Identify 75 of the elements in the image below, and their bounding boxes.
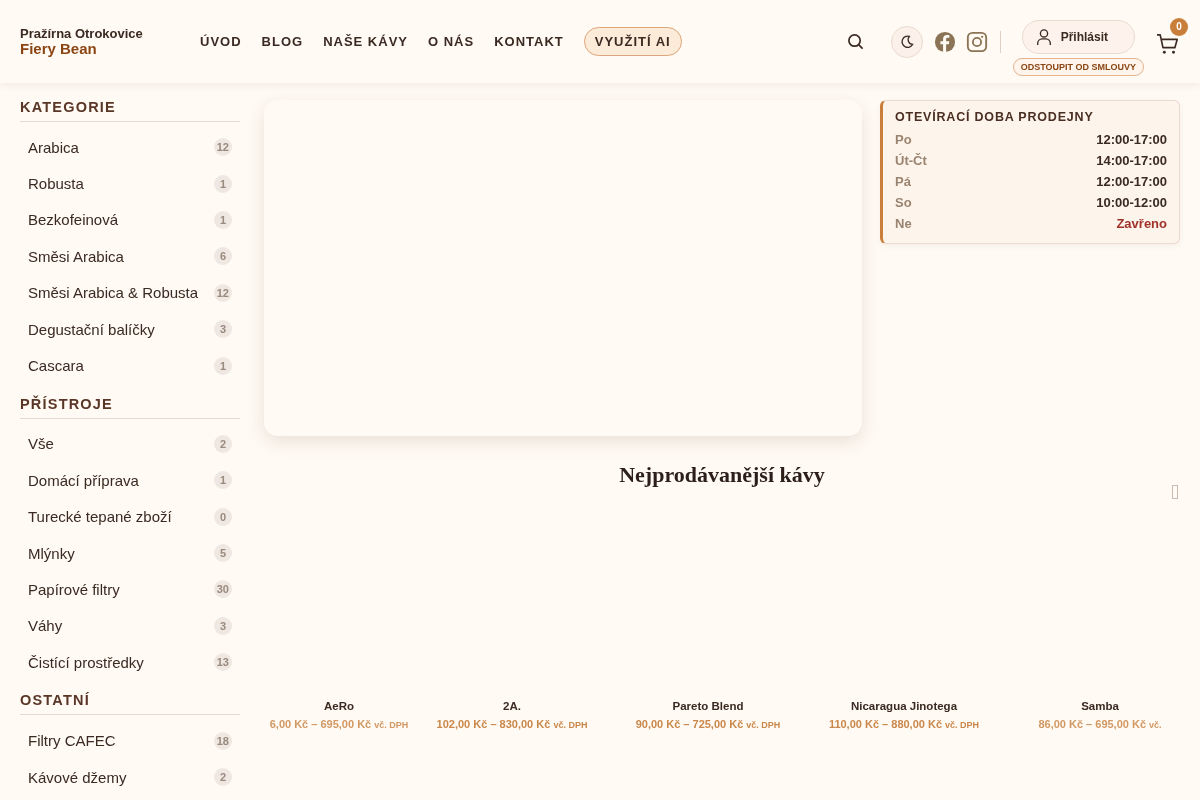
product-price: 110,00 Kč – 880,00 Kč vč. DPH <box>828 718 980 730</box>
opening-time: 10:00-12:00 <box>1096 195 1167 210</box>
count-badge: 1 <box>214 210 232 229</box>
product-name[interactable]: 2A. <box>503 700 521 712</box>
dark-mode-button[interactable] <box>890 25 923 58</box>
count-badge: 18 <box>213 731 232 750</box>
opening-time: 12:00-17:00 <box>1096 132 1167 147</box>
ai-button[interactable]: VYUŽITÍ AI <box>583 27 682 56</box>
category-item[interactable]: Vše 2 <box>20 425 240 463</box>
instagram-icon[interactable] <box>965 30 988 53</box>
category-item[interactable]: Cascara 1 <box>20 347 240 384</box>
count-badge: 1 <box>214 174 232 193</box>
category-item[interactable]: Arabica 12 <box>20 129 240 166</box>
search-icon[interactable] <box>846 33 864 50</box>
cart-count-badge: 0 <box>1170 17 1188 36</box>
brand-tagline: Pražírna Otrokovice <box>20 25 144 41</box>
section-heading: PŘÍSTROJE <box>20 395 240 419</box>
category-item[interactable]: Domácí příprava 1 <box>20 462 240 499</box>
count-badge: 12 <box>213 283 232 302</box>
category-item[interactable]: Papírové filtry 30 <box>20 571 240 608</box>
product-name[interactable]: AeRo <box>324 700 354 712</box>
section-title: Nejprodávanější kávy <box>618 462 826 488</box>
count-badge: 6 <box>214 247 232 266</box>
section-heading: KATEGORIE <box>20 99 240 122</box>
product-name[interactable]: Samba <box>1081 700 1119 712</box>
count-badge: 5 <box>214 544 232 563</box>
product-price: 102,00 Kč – 830,00 Kč vč. DPH <box>436 718 588 730</box>
day-label: Út-Čt <box>895 153 927 168</box>
facebook-icon[interactable] <box>933 30 956 53</box>
opening-time: 12:00-17:00 <box>1096 174 1167 189</box>
count-badge: 2 <box>214 434 232 453</box>
opening-time: Zavřeno <box>1116 216 1167 231</box>
cart-icon[interactable] <box>1156 32 1180 55</box>
count-badge: 2 <box>214 768 232 787</box>
category-item[interactable]: Čistící prostředky 13 <box>20 644 240 681</box>
product-price: 6,00 Kč – 695,00 Kč vč. DPH <box>269 718 409 730</box>
product-name[interactable]: Pareto Blend <box>672 700 744 712</box>
count-badge: 0 <box>214 507 232 526</box>
category-item[interactable]: Váhy 3 <box>20 607 240 645</box>
category-item[interactable]: Bezkofeinová 1 <box>20 201 240 239</box>
category-item[interactable]: Robusta 1 <box>20 165 240 202</box>
moon-icon <box>898 33 915 50</box>
nav-link[interactable]: KONTAKT <box>494 34 564 49</box>
category-item[interactable]: Kávové džemy 2 <box>20 758 240 796</box>
user-icon <box>1034 27 1053 46</box>
nav-link[interactable]: ÚVOD <box>200 34 242 49</box>
category-item[interactable]: Degustační balíčky 3 <box>20 310 240 348</box>
category-item[interactable]: Směsi Arabica 6 <box>20 238 240 275</box>
login-button[interactable]: Přihlásit <box>1021 19 1135 54</box>
count-badge: 13 <box>213 653 232 672</box>
nav-link[interactable]: O NÁS <box>428 34 475 49</box>
category-item[interactable]: Mlýnky 5 <box>20 534 240 572</box>
section-heading: OSTATNÍ <box>20 692 240 716</box>
withdraw-button[interactable]: ODSTOUPIT OD SMLOUVY <box>1012 57 1144 76</box>
category-item[interactable]: Filtry CAFEC 18 <box>20 722 240 759</box>
category-item[interactable]: Turecké tepané zboží 0 <box>20 498 240 535</box>
day-label: Pá <box>895 174 911 189</box>
day-label: So <box>895 195 912 210</box>
brand-logo-link[interactable]: Fiery Bean <box>20 40 200 58</box>
hours-title: OTEVÍRACÍ DOBA PRODEJNY <box>895 110 1095 124</box>
count-badge: 12 <box>213 138 232 157</box>
opening-time: 14:00-17:00 <box>1096 153 1167 168</box>
nav-link[interactable]: BLOG <box>261 34 304 49</box>
count-badge: 1 <box>214 356 232 375</box>
product-name[interactable]: Nicaragua Jinotega <box>850 700 958 712</box>
product-price: 86,00 Kč – 695,00 Kč vč. <box>1038 718 1162 730</box>
nav-link[interactable]: NAŠE KÁVY <box>323 34 408 49</box>
day-label: Po <box>895 132 912 147</box>
product-price: 90,00 Kč – 725,00 Kč vč. DPH <box>635 718 781 730</box>
count-badge: 3 <box>214 320 232 339</box>
category-item[interactable]: Směsi Arabica & Robusta 12 <box>20 274 240 311</box>
day-label: Ne <box>895 216 912 231</box>
count-badge: 3 <box>214 616 232 635</box>
count-badge: 30 <box>213 580 232 599</box>
count-badge: 1 <box>214 471 232 490</box>
